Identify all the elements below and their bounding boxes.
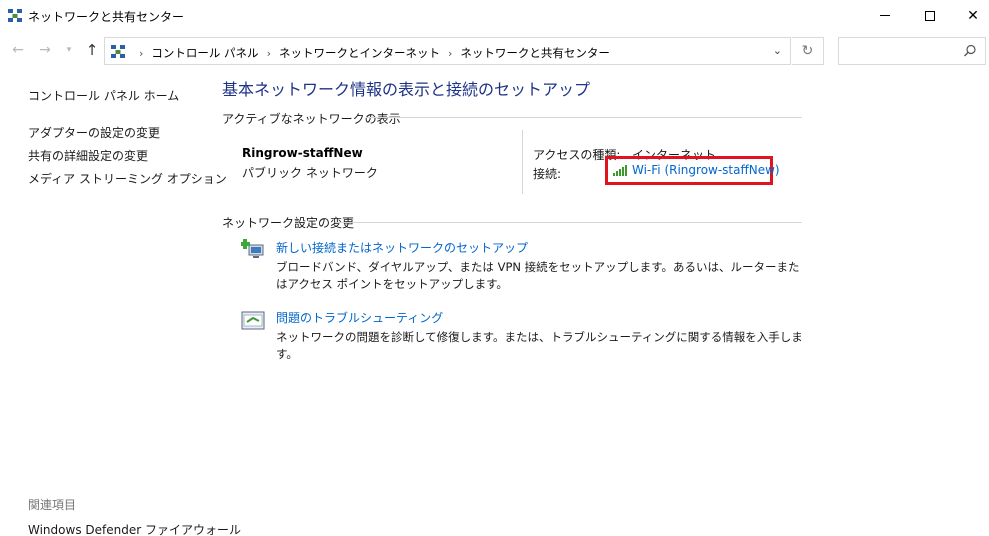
network-type: パブリック ネットワーク: [242, 166, 378, 180]
title-bar: ネットワークと共有センター ✕: [0, 0, 989, 31]
sidebar-item-advanced-sharing[interactable]: 共有の詳細設定の変更: [28, 148, 218, 164]
sidebar-item-adapter-settings[interactable]: アダプターの設定の変更: [28, 125, 218, 141]
section-divider: [366, 117, 802, 118]
address-history-dropdown-icon[interactable]: ⌄: [773, 44, 782, 57]
refresh-icon: ↻: [801, 43, 814, 59]
breadcrumb-separator-icon: ›: [139, 46, 144, 60]
back-button[interactable]: ←: [8, 39, 28, 61]
troubleshoot-link[interactable]: 問題のトラブルシューティング: [276, 309, 443, 326]
related-heading: 関連項目: [28, 498, 77, 512]
close-icon: ✕: [967, 7, 979, 24]
page-title: 基本ネットワーク情報の表示と接続のセットアップ: [222, 80, 591, 99]
forward-button[interactable]: →: [35, 39, 55, 61]
connection-label: 接続:: [533, 167, 562, 181]
sidebar-item-media-streaming[interactable]: メディア ストリーミング オプション: [28, 171, 227, 187]
minimize-icon: [880, 15, 890, 16]
forward-arrow-icon: →: [39, 42, 51, 58]
navigation-bar: ← → ▾ ↑ › コントロール パネル › ネットワークとインターネット › …: [0, 35, 989, 67]
back-arrow-icon: ←: [12, 42, 24, 58]
related-item-firewall[interactable]: Windows Defender ファイアウォール: [28, 523, 241, 536]
up-button[interactable]: ↑: [82, 39, 102, 61]
new-connection-link[interactable]: 新しい接続またはネットワークのセットアップ: [276, 239, 528, 256]
wifi-connection-label[interactable]: Wi-Fi (Ringrow-staffNew): [632, 163, 780, 177]
minimize-button[interactable]: [862, 0, 908, 31]
wifi-connection-link[interactable]: Wi-Fi (Ringrow-staffNew): [612, 163, 780, 177]
breadcrumb: › コントロール パネル › ネットワークとインターネット › ネットワークと共…: [131, 45, 610, 61]
breadcrumb-separator-icon[interactable]: ›: [267, 47, 271, 60]
left-panel: コントロール パネル ホーム アダプターの設定の変更 共有の詳細設定の変更 メデ…: [28, 87, 227, 194]
network-center-icon: [8, 9, 22, 22]
search-box[interactable]: [838, 37, 986, 65]
network-settings-heading: ネットワーク設定の変更: [222, 216, 355, 230]
network-name: Ringrow-staffNew: [242, 146, 363, 160]
troubleshoot-description: ネットワークの問題を診断して修復します。または、トラブルシューティングに関する情…: [276, 330, 803, 361]
related-section: 関連項目 Windows Defender ファイアウォール: [28, 496, 241, 536]
maximize-button[interactable]: [907, 0, 953, 31]
breadcrumb-control-panel[interactable]: コントロール パネル: [151, 45, 258, 61]
new-connection-description: ブロードバンド、ダイヤルアップ、または VPN 接続をセットアップします。あるい…: [276, 260, 800, 291]
recent-locations-button[interactable]: ▾: [63, 39, 75, 61]
maximize-icon: [925, 10, 935, 21]
refresh-button[interactable]: ↻: [792, 37, 824, 65]
breadcrumb-separator-icon[interactable]: ›: [448, 47, 452, 60]
control-panel-icon: [111, 45, 125, 58]
search-icon[interactable]: [963, 44, 977, 58]
chevron-down-icon: ▾: [66, 45, 72, 55]
troubleshoot-icon: [241, 311, 265, 330]
window-title: ネットワークと共有センター: [28, 10, 185, 24]
breadcrumb-network-internet[interactable]: ネットワークとインターネット: [279, 45, 440, 61]
search-input[interactable]: [843, 42, 961, 60]
section-divider: [336, 222, 802, 223]
vertical-divider: [522, 130, 523, 194]
breadcrumb-network-sharing-center[interactable]: ネットワークと共有センター: [460, 45, 610, 61]
active-networks-heading: アクティブなネットワークの表示: [222, 112, 401, 126]
up-arrow-icon: ↑: [85, 41, 99, 59]
address-bar[interactable]: › コントロール パネル › ネットワークとインターネット › ネットワークと共…: [104, 37, 791, 65]
control-panel-home-link[interactable]: コントロール パネル ホーム: [28, 87, 218, 104]
wifi-signal-icon: [613, 165, 627, 176]
new-connection-icon: [241, 239, 264, 258]
close-button[interactable]: ✕: [950, 0, 989, 31]
